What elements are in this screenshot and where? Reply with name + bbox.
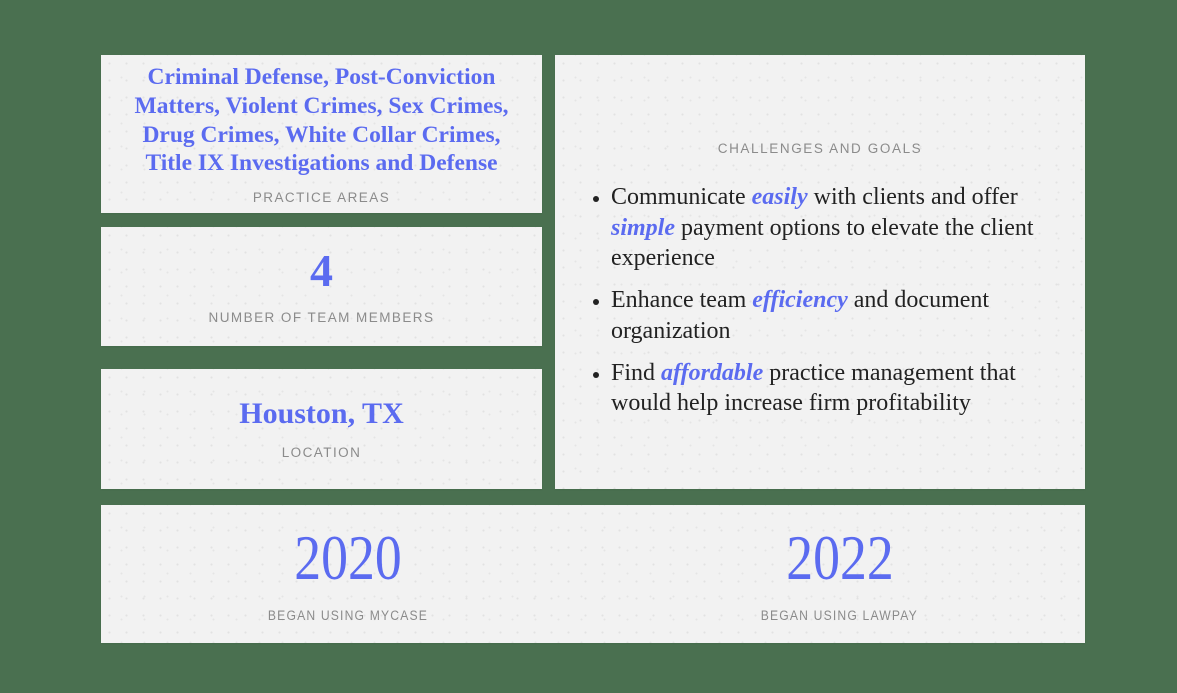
goal-text: with clients and offer xyxy=(807,184,1018,210)
location-caption: LOCATION xyxy=(281,444,362,460)
team-members-value: 4 xyxy=(310,245,333,296)
practice-areas-card: Criminal Defense, Post-Conviction Matter… xyxy=(101,55,542,213)
milestone-year-block: 2022 BEGAN USING LAWPAY xyxy=(752,521,927,623)
team-members-caption: NUMBER OF TEAM MEMBERS xyxy=(208,310,435,325)
milestone-year-value: 2020 xyxy=(294,521,402,593)
goal-item: Enhance team efficiency and document org… xyxy=(611,285,1057,346)
goal-emphasis: affordable xyxy=(661,359,764,386)
milestone-year-caption: BEGAN USING MYCASE xyxy=(267,607,428,623)
goals-list: Communicate easily with clients and offe… xyxy=(555,182,1085,430)
location-value: Houston, TX xyxy=(239,396,404,430)
milestone-year-block: 2020 BEGAN USING MYCASE xyxy=(259,521,437,623)
goal-item: Communicate easily with clients and offe… xyxy=(611,182,1057,274)
goal-item: Find affordable practice management that… xyxy=(611,358,1057,419)
team-members-card: 4 NUMBER OF TEAM MEMBERS xyxy=(101,227,542,346)
challenges-and-goals-card: CHALLENGES AND GOALS Communicate easily … xyxy=(555,55,1085,489)
goal-text: Find xyxy=(611,359,662,386)
goal-text: Communicate xyxy=(611,184,752,210)
goal-emphasis: efficiency xyxy=(752,287,848,314)
practice-areas-value: Criminal Defense, Post-Conviction Matter… xyxy=(134,64,509,177)
goal-emphasis: simple xyxy=(611,214,675,241)
milestone-year-value: 2022 xyxy=(786,521,894,593)
goal-emphasis: easily xyxy=(751,184,808,210)
goal-text: Enhance team xyxy=(611,287,753,314)
milestone-years-card: 2020 BEGAN USING MYCASE 2022 BEGAN USING LA… xyxy=(101,505,1085,643)
stats-board: Criminal Defense, Post-Conviction Matter… xyxy=(101,55,1085,643)
milestone-year-caption: BEGAN USING LAWPAY xyxy=(761,607,919,623)
challenges-and-goals-caption: CHALLENGES AND GOALS xyxy=(717,141,923,156)
practice-areas-caption: PRACTICE AREAS xyxy=(252,189,391,205)
goal-text: payment options to elevate the client ex… xyxy=(611,214,1034,272)
location-card: Houston, TX LOCATION xyxy=(101,369,542,489)
